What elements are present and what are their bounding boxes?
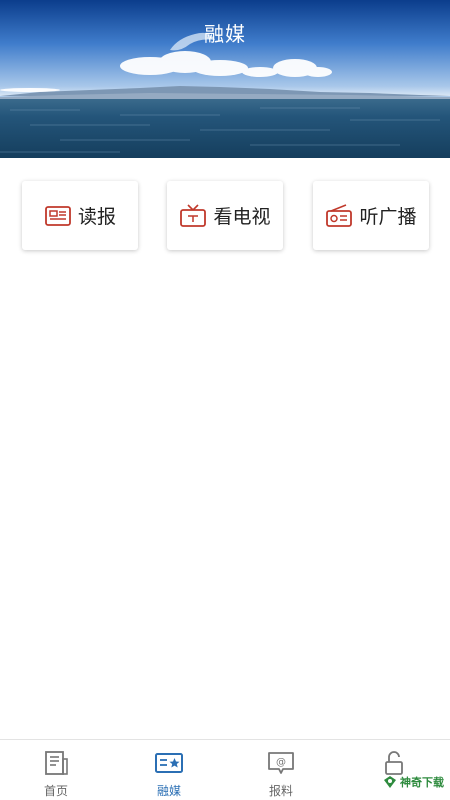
card-label-read-newspaper: 读报 (77, 206, 116, 228)
app-root: 融媒 读报 看电视 听广播 首页 融媒 @ 报料 神奇下载 (0, 0, 450, 800)
newspaper-icon (44, 202, 72, 230)
watermark-text: 神奇下载 (400, 776, 444, 789)
tab-label-report: 报料 (268, 784, 293, 798)
media-card-icon (155, 750, 183, 776)
read-newspaper-button[interactable]: 读报 (22, 181, 138, 250)
listen-radio-button[interactable]: 听广播 (313, 181, 429, 250)
tv-icon (179, 202, 207, 230)
page-title: 融媒 (204, 22, 246, 46)
report-chat-icon: @ (267, 750, 295, 776)
tab-label-media: 融媒 (156, 784, 181, 798)
svg-text:@: @ (276, 757, 286, 768)
watermark: 神奇下载 (383, 774, 444, 790)
tab-report[interactable]: @ 报料 (225, 740, 337, 800)
card-label-watch-tv: 看电视 (213, 206, 271, 228)
bottom-tab-bar: 首页 融媒 @ 报料 (0, 739, 450, 800)
watermark-logo-icon (383, 775, 397, 789)
card-label-listen-radio: 听广播 (359, 206, 417, 228)
home-doc-icon (42, 750, 70, 776)
tab-media[interactable]: 融媒 (113, 740, 225, 800)
tab-home[interactable]: 首页 (0, 740, 112, 800)
radio-icon (325, 202, 353, 230)
tab-mine[interactable] (338, 740, 450, 800)
tab-label-home: 首页 (43, 784, 68, 798)
watch-tv-button[interactable]: 看电视 (167, 181, 283, 250)
header-banner: 融媒 (0, 0, 450, 158)
lock-icon (380, 750, 408, 776)
